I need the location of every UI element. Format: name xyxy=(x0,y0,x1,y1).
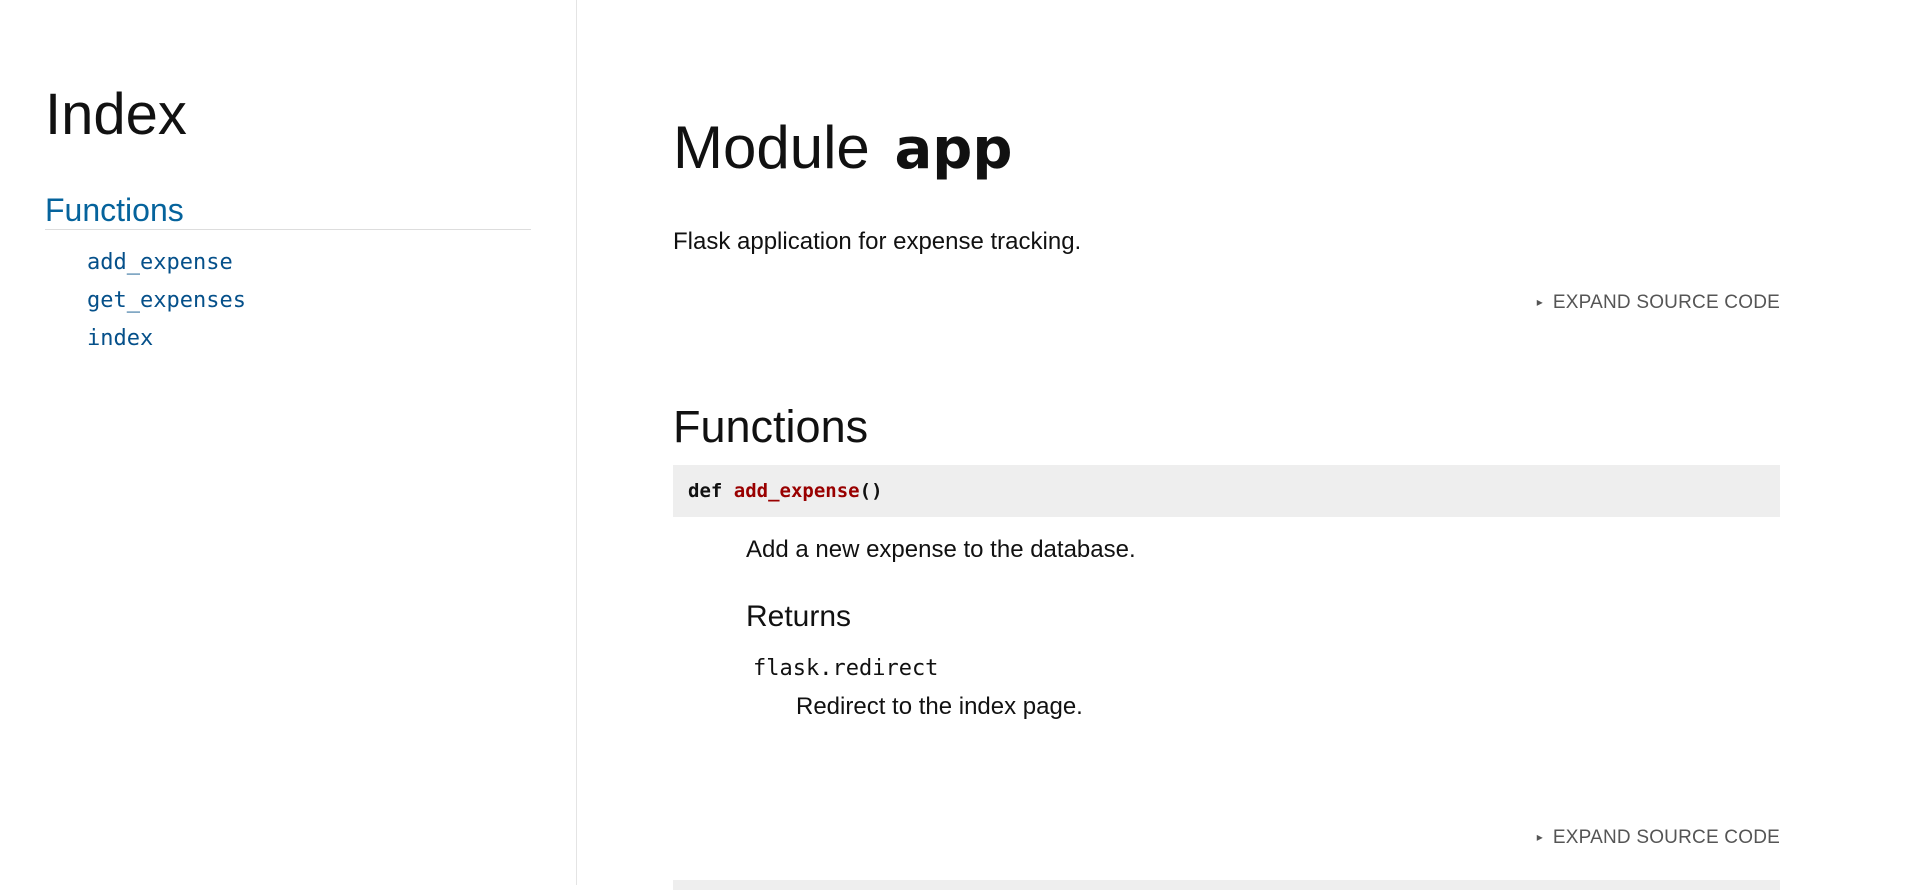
expand-triangle-icon: ▸ xyxy=(1536,830,1543,844)
sidebar-item-get-expenses: get_expenses xyxy=(87,286,246,324)
sidebar-section-header: Functions xyxy=(45,192,531,231)
sidebar-functions-link[interactable]: Functions xyxy=(45,192,184,228)
function-params: () xyxy=(859,480,883,502)
function-signature-add-expense: def add_expense() xyxy=(673,465,1780,517)
return-type: flask.redirect xyxy=(753,656,939,681)
sidebar-item-index: index xyxy=(87,324,246,362)
expand-source-function-button[interactable]: ▸ EXPAND SOURCE CODE xyxy=(1537,827,1780,849)
sidebar-link-index[interactable]: index xyxy=(87,326,153,351)
expand-source-label: EXPAND SOURCE CODE xyxy=(1552,827,1780,848)
sidebar-link-get-expenses[interactable]: get_expenses xyxy=(87,288,246,313)
next-function-signature xyxy=(673,880,1780,890)
return-description: Redirect to the index page. xyxy=(796,693,1083,720)
index-title: Index xyxy=(45,82,187,147)
module-name: app xyxy=(894,117,1013,182)
module-word: Module xyxy=(673,114,870,181)
module-heading: Module app xyxy=(673,112,1012,184)
sidebar-item-add-expense: add_expense xyxy=(87,248,246,286)
function-name: add_expense xyxy=(733,480,860,502)
functions-heading: Functions xyxy=(673,401,869,452)
expand-source-label: EXPAND SOURCE CODE xyxy=(1552,292,1780,313)
sidebar-function-list: add_expense get_expenses index xyxy=(87,248,246,362)
sidebar-link-add-expense[interactable]: add_expense xyxy=(87,250,233,275)
def-keyword: def xyxy=(688,480,723,502)
sidebar: Index Functions add_expense get_expenses… xyxy=(0,0,577,885)
function-description: Add a new expense to the database. xyxy=(746,536,1136,563)
expand-triangle-icon: ▸ xyxy=(1536,295,1543,309)
returns-heading: Returns xyxy=(746,600,852,633)
expand-source-module-button[interactable]: ▸ EXPAND SOURCE CODE xyxy=(1537,292,1780,314)
module-description: Flask application for expense tracking. xyxy=(673,228,1082,255)
